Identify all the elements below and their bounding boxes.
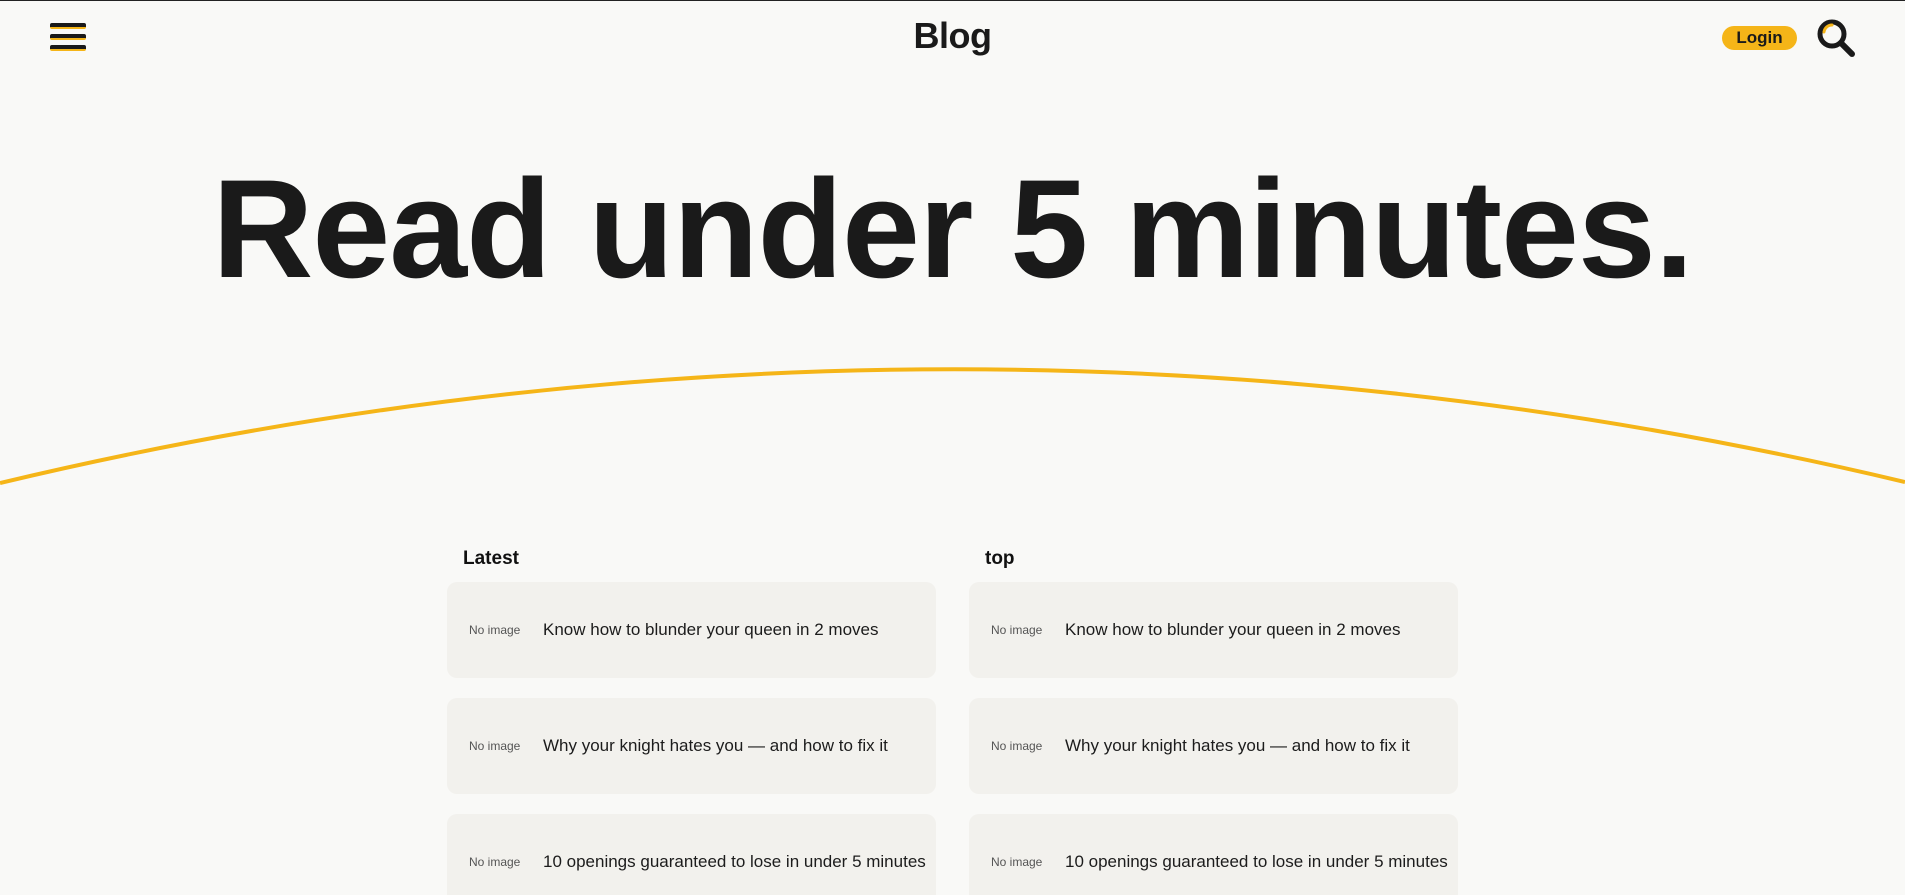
column-title-top: top xyxy=(985,548,1015,569)
top-column: top No image Know how to blunder your qu… xyxy=(969,546,1458,895)
site-title[interactable]: Blog xyxy=(0,15,1905,57)
post-title[interactable]: 10 openings guaranteed to lose in under … xyxy=(1065,852,1448,872)
post-card[interactable]: No image Why your knight hates you — and… xyxy=(447,698,936,794)
top-bar: Blog Login xyxy=(0,1,1905,76)
post-card[interactable]: No image Why your knight hates you — and… xyxy=(969,698,1458,794)
post-title[interactable]: Know how to blunder your queen in 2 move… xyxy=(543,620,878,640)
post-card[interactable]: No image Know how to blunder your queen … xyxy=(969,582,1458,678)
no-image-placeholder: No image xyxy=(469,623,521,637)
hero-headline: Read under 5 minutes. xyxy=(212,150,1693,307)
no-image-placeholder: No image xyxy=(991,623,1043,637)
no-image-placeholder: No image xyxy=(991,739,1043,753)
post-title[interactable]: Why your knight hates you — and how to f… xyxy=(1065,736,1410,756)
post-card[interactable]: No image Know how to blunder your queen … xyxy=(447,582,936,678)
post-title[interactable]: Know how to blunder your queen in 2 move… xyxy=(1065,620,1400,640)
no-image-placeholder: No image xyxy=(991,855,1043,869)
post-card[interactable]: No image 10 openings guaranteed to lose … xyxy=(447,814,936,895)
latest-column: Latest No image Know how to blunder your… xyxy=(447,546,936,895)
no-image-placeholder: No image xyxy=(469,855,521,869)
post-title[interactable]: 10 openings guaranteed to lose in under … xyxy=(543,852,926,872)
decorative-curve xyxy=(0,367,1905,485)
login-button[interactable]: Login xyxy=(1722,26,1797,50)
column-title-latest: Latest xyxy=(463,548,519,569)
post-card[interactable]: No image 10 openings guaranteed to lose … xyxy=(969,814,1458,895)
no-image-placeholder: No image xyxy=(469,739,521,753)
search-icon[interactable] xyxy=(1815,17,1857,59)
post-title[interactable]: Why your knight hates you — and how to f… xyxy=(543,736,888,756)
